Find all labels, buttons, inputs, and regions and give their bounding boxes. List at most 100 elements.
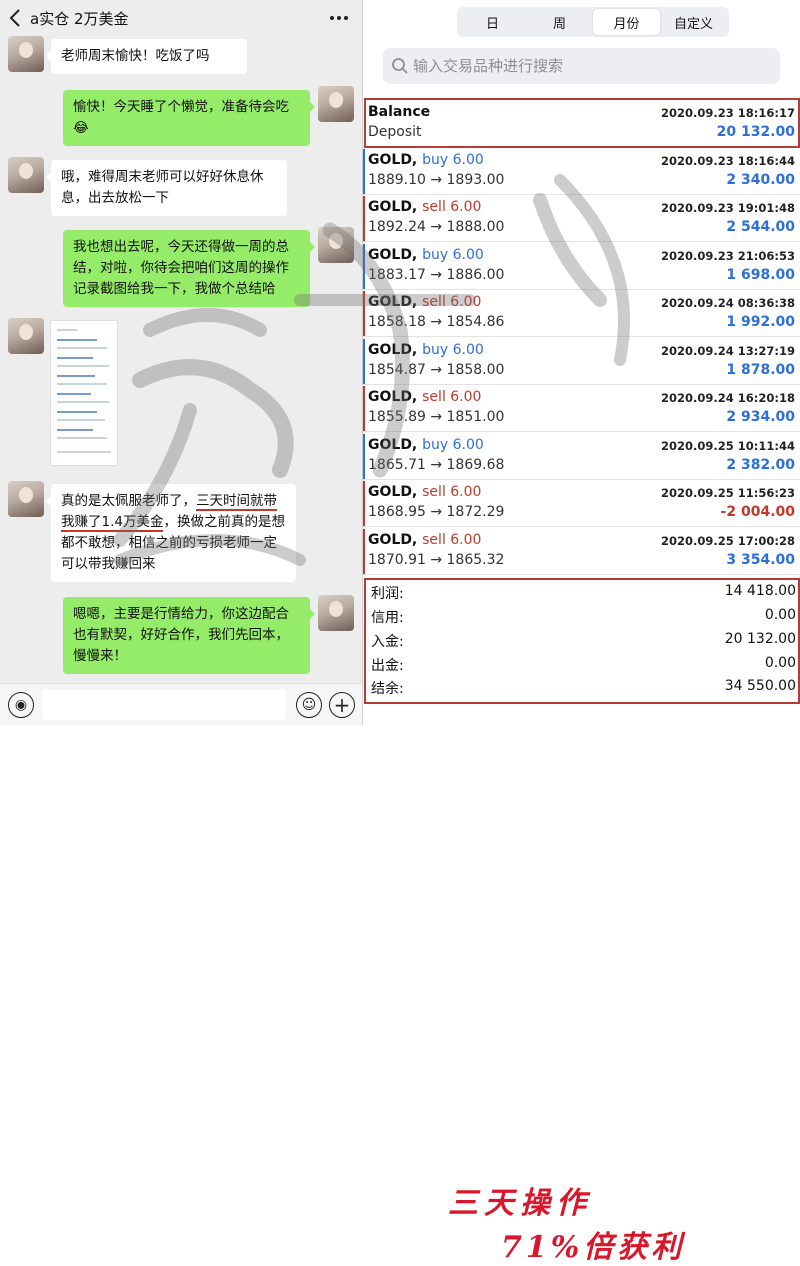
trade-profit: 1 878.00 — [726, 362, 795, 378]
tab-custom[interactable]: 自定义 — [660, 9, 727, 35]
trade-symbol: GOLD, sell 6.00 — [368, 294, 482, 310]
trade-symbol: GOLD, sell 6.00 — [368, 484, 482, 500]
summary-credit: 信用: 0.00 — [371, 607, 796, 630]
summary-value: 0.00 — [764, 655, 796, 671]
highlighted-text: 我赚了1.4万美金 — [61, 514, 164, 532]
overlay-caption: 71%倍获利 — [501, 1230, 686, 1265]
message-text: 慢慢来！ — [73, 648, 127, 664]
trade-symbol: GOLD, buy 6.00 — [368, 437, 484, 453]
emoji-icon[interactable]: ☺ — [296, 692, 322, 718]
trade-date: 2020.09.25 11:56:23 — [661, 486, 795, 500]
message-bubble: 老师周末愉快！吃饭了吗 — [46, 39, 247, 74]
tab-month[interactable]: 月份 — [593, 9, 660, 35]
trade-date: 2020.09.25 17:00:28 — [661, 534, 795, 548]
trade-prices: 1889.10 → 1893.00 — [368, 172, 505, 188]
avatar[interactable] — [8, 157, 44, 193]
trade-row[interactable]: GOLD, sell 6.00 2020.09.23 19:01:48 1892.2… — [363, 195, 800, 242]
trade-profit: 2 544.00 — [726, 219, 795, 235]
summary-label: 信用: — [371, 610, 404, 626]
trade-symbol: GOLD, buy 6.00 — [368, 152, 484, 168]
trade-row[interactable]: GOLD, sell 6.00 2020.09.25 17:00:28 1870.9… — [363, 528, 800, 575]
message-bubble: 嗯嗯，主要是行情给力，你这边配合 也有默契，好好合作，我们先回本， 慢慢来！ — [63, 597, 315, 674]
summary-profit: 利润: 14 418.00 — [371, 583, 796, 606]
message-text: 我也想出去呢，今天还得做一周的总 — [73, 239, 289, 255]
side-indicator — [363, 196, 365, 241]
message-text: 愉快！今天睡了个懒觉，准备待会吃 — [73, 99, 289, 115]
period-tabs: 日 周 月份 自定义 — [457, 7, 729, 37]
message-text: 老师周末愉快！吃饭了吗 — [61, 48, 210, 64]
trade-side: sell 6.00 — [422, 484, 482, 500]
trade-history-panel: 日 周 月份 自定义 Balance 2020.09.23 18:16:17 D… — [362, 0, 800, 1265]
trade-row[interactable]: GOLD, sell 6.00 2020.09.24 16:20:18 1855.8… — [363, 385, 800, 432]
chat-header: a实仓 2万美金 — [0, 0, 362, 36]
message-bubble: 真的是太佩服老师了，三天时间就带 我赚了1.4万美金，换做之前真的是想 都不敢想… — [46, 484, 296, 582]
trade-row[interactable]: GOLD, buy 6.00 2020.09.23 21:06:53 1883.17… — [363, 243, 800, 290]
trade-date: 2020.09.24 16:20:18 — [661, 391, 795, 405]
summary-label: 利润: — [371, 586, 404, 602]
trade-prices: 1858.18 → 1854.86 — [368, 314, 505, 330]
message-text: 真的是太佩服老师了， — [61, 493, 196, 509]
trade-symbol: GOLD, buy 6.00 — [368, 247, 484, 263]
trade-prices: 1892.24 → 1888.00 — [368, 219, 505, 235]
search-input[interactable] — [413, 57, 753, 75]
avatar[interactable] — [8, 36, 44, 72]
trade-side: buy 6.00 — [422, 437, 484, 453]
trade-row[interactable]: GOLD, sell 6.00 2020.09.25 11:56:23 1868.9… — [363, 480, 800, 527]
trade-prices: 1883.17 → 1886.00 — [368, 267, 505, 283]
trade-symbol: GOLD, sell 6.00 — [368, 532, 482, 548]
message-text: 嗯嗯，主要是行情给力，你这边配合 — [73, 606, 289, 622]
highlighted-text: 三天时间就带 — [196, 493, 277, 511]
highlight-box — [364, 98, 800, 148]
avatar[interactable] — [8, 318, 44, 354]
message-text: 可以带我赚回来 — [61, 556, 156, 572]
chat-input-bar: ◉ ☺ + — [0, 683, 362, 725]
trade-date: 2020.09.23 19:01:48 — [661, 201, 795, 215]
message-text: 息，出去放松一下 — [61, 190, 169, 206]
trade-row[interactable]: GOLD, buy 6.00 2020.09.25 10:11:44 1865.71… — [363, 433, 800, 480]
tab-week[interactable]: 周 — [526, 9, 593, 35]
trade-row[interactable]: GOLD, sell 6.00 2020.09.24 08:36:38 1858.1… — [363, 290, 800, 337]
search-bar — [383, 48, 780, 84]
trade-prices: 1865.71 → 1869.68 — [368, 457, 505, 473]
avatar[interactable] — [318, 86, 354, 122]
trade-side: sell 6.00 — [422, 199, 482, 215]
message-text: ，换做之前真的是想 — [163, 514, 285, 530]
summary-label: 出金: — [371, 658, 404, 674]
avatar[interactable] — [318, 595, 354, 631]
voice-icon[interactable]: ◉ — [8, 692, 34, 718]
trade-date: 2020.09.25 10:11:44 — [661, 439, 795, 453]
summary-value: 0.00 — [764, 607, 796, 623]
trade-date: 2020.09.23 18:16:44 — [661, 154, 795, 168]
summary-label: 入金: — [371, 634, 404, 650]
message-bubble: 我也想出去呢，今天还得做一周的总 结，对啦，你待会把咱们这周的操作 记录截图给我… — [63, 230, 315, 307]
summary-value: 14 418.00 — [724, 583, 796, 599]
side-indicator — [363, 529, 365, 574]
trade-profit: 1 992.00 — [726, 314, 795, 330]
side-indicator — [363, 149, 365, 194]
trade-side: buy 6.00 — [422, 152, 484, 168]
message-text: 也有默契，好好合作，我们先回本， — [73, 627, 289, 643]
search-icon — [387, 48, 413, 84]
trade-profit: 1 698.00 — [726, 267, 795, 283]
message-input[interactable] — [42, 690, 286, 720]
trade-prices: 1855.89 → 1851.00 — [368, 409, 505, 425]
trade-symbol: GOLD, sell 6.00 — [368, 389, 482, 405]
avatar[interactable] — [8, 481, 44, 517]
trade-profit: 2 934.00 — [726, 409, 795, 425]
summary-value: 20 132.00 — [724, 631, 796, 647]
side-indicator — [363, 434, 365, 479]
trade-profit: 3 354.00 — [726, 552, 795, 568]
avatar[interactable] — [318, 227, 354, 263]
message-emoji: 😂 — [73, 120, 89, 136]
back-icon[interactable] — [0, 0, 30, 36]
trade-row[interactable]: GOLD, buy 6.00 2020.09.24 13:27:19 1854.87… — [363, 338, 800, 385]
trade-prices: 1870.91 → 1865.32 — [368, 552, 505, 568]
trade-side: sell 6.00 — [422, 389, 482, 405]
more-icon[interactable] — [330, 10, 350, 26]
side-indicator — [363, 481, 365, 526]
trade-row[interactable]: GOLD, buy 6.00 2020.09.23 18:16:44 1889.10… — [363, 148, 800, 195]
tab-day[interactable]: 日 — [459, 9, 526, 35]
trade-side: sell 6.00 — [422, 294, 482, 310]
plus-icon[interactable]: + — [329, 692, 355, 718]
screenshot-thumbnail[interactable] — [50, 320, 118, 466]
